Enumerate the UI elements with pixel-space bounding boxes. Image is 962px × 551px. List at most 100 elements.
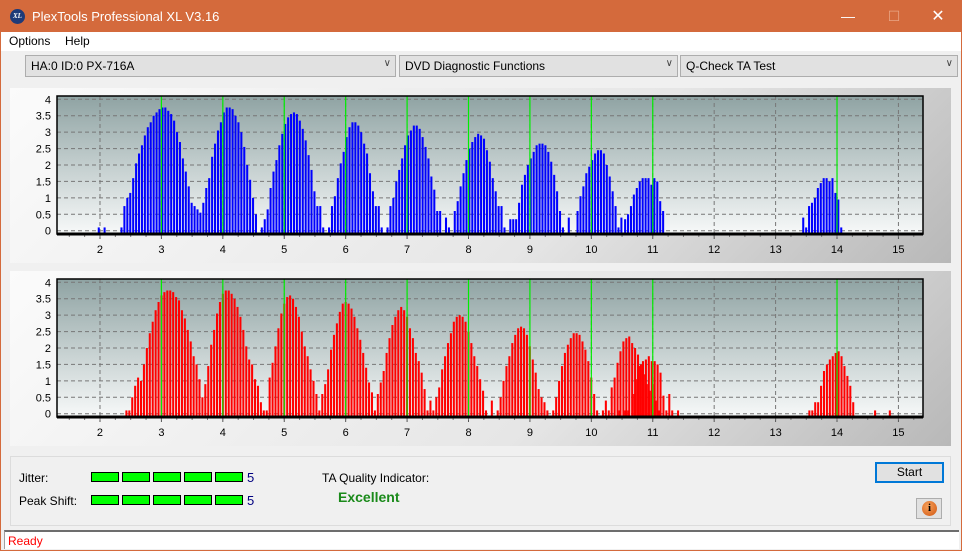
menu-options[interactable]: Options bbox=[9, 34, 50, 48]
peak-shift-value: 5 bbox=[247, 493, 255, 508]
histogram-bar bbox=[575, 333, 578, 417]
histogram-bar bbox=[576, 211, 579, 234]
histogram-bar bbox=[324, 384, 327, 417]
histogram-bar bbox=[456, 201, 459, 234]
histogram-bar bbox=[304, 140, 307, 234]
histogram-bar bbox=[813, 197, 816, 234]
histogram-bar bbox=[134, 385, 137, 417]
histogram-bar bbox=[400, 306, 403, 417]
histogram-bar bbox=[277, 328, 280, 417]
histogram-bar bbox=[181, 158, 184, 234]
histogram-bar bbox=[822, 371, 826, 417]
histogram-bar bbox=[143, 135, 146, 234]
x-tick-label: 15 bbox=[892, 244, 904, 256]
histogram-bar bbox=[558, 380, 561, 417]
x-tick-label: 3 bbox=[158, 244, 164, 256]
histogram-bar bbox=[473, 356, 476, 417]
histogram-bar bbox=[453, 211, 456, 234]
histogram-bar bbox=[625, 338, 628, 417]
histogram-bar bbox=[266, 209, 269, 234]
histogram-bar bbox=[424, 146, 427, 234]
maximize-button[interactable]: ☐ bbox=[871, 1, 917, 32]
histogram-bar bbox=[534, 372, 537, 417]
histogram-bar bbox=[479, 379, 482, 417]
histogram-bar bbox=[348, 127, 351, 234]
histogram-bar bbox=[157, 302, 160, 417]
histogram-bar bbox=[176, 132, 179, 234]
histogram-bar bbox=[650, 184, 653, 234]
chevron-down-icon: ∨ bbox=[383, 58, 391, 69]
histogram-bar bbox=[170, 114, 173, 234]
histogram-bar bbox=[608, 176, 611, 234]
histogram-bar bbox=[225, 107, 228, 234]
histogram-bar bbox=[368, 173, 372, 234]
menu-help[interactable]: Help bbox=[65, 34, 90, 48]
histogram-bar bbox=[152, 115, 155, 234]
histogram-bar bbox=[184, 171, 187, 234]
menu-bar: Options Help bbox=[1, 32, 961, 51]
y-tick-label: 1.5 bbox=[36, 176, 51, 188]
histogram-bar bbox=[556, 191, 559, 234]
histogram-bar bbox=[385, 352, 388, 417]
x-tick-label: 5 bbox=[281, 244, 287, 256]
histogram-bar bbox=[423, 389, 426, 417]
histogram-bar bbox=[205, 188, 208, 234]
maximize-icon: ☐ bbox=[887, 8, 901, 24]
histogram-bar bbox=[429, 400, 432, 417]
x-tick-label: 2 bbox=[97, 244, 103, 256]
histogram-bar bbox=[135, 163, 138, 234]
peak-shift-meter bbox=[91, 495, 243, 505]
histogram-bar bbox=[295, 114, 298, 234]
histogram-bar bbox=[142, 364, 145, 417]
x-tick-label: 9 bbox=[527, 244, 533, 256]
histogram-bar bbox=[632, 194, 635, 234]
histogram-bar bbox=[825, 178, 828, 234]
histogram-bar bbox=[395, 181, 398, 234]
histogram-bar bbox=[843, 366, 846, 417]
function-select[interactable]: DVD Diagnostic Functions ∨ bbox=[399, 55, 678, 77]
x-tick-label: 8 bbox=[465, 427, 471, 439]
histogram-bar bbox=[195, 364, 198, 417]
histogram-bar bbox=[421, 137, 424, 234]
histogram-bar bbox=[281, 133, 284, 234]
meter-segment bbox=[91, 472, 119, 482]
histogram-bar bbox=[186, 329, 189, 417]
minimize-button[interactable]: — bbox=[825, 1, 871, 32]
histogram-bar bbox=[520, 326, 523, 417]
histogram-bar bbox=[420, 372, 423, 417]
histogram-bar bbox=[309, 369, 312, 417]
histogram-bar bbox=[656, 181, 659, 234]
histogram-bar bbox=[581, 341, 584, 417]
histogram-bar bbox=[254, 379, 257, 417]
histogram-bar bbox=[820, 385, 823, 417]
info-button[interactable]: i bbox=[916, 498, 942, 519]
histogram-bar bbox=[515, 219, 518, 234]
function-select-value: DVD Diagnostic Functions bbox=[405, 59, 546, 73]
histogram-bar bbox=[237, 122, 240, 234]
histogram-bar bbox=[819, 183, 822, 234]
histogram-bar bbox=[427, 158, 430, 234]
test-select[interactable]: Q-Check TA Test ∨ bbox=[680, 55, 958, 77]
histogram-bar bbox=[540, 397, 543, 417]
histogram-bar bbox=[173, 120, 176, 234]
drive-select[interactable]: HA:0 ID:0 PX-716A ∨ bbox=[25, 55, 396, 77]
close-button[interactable]: ✕ bbox=[915, 1, 961, 32]
histogram-bar bbox=[180, 310, 183, 417]
histogram-bar bbox=[341, 303, 344, 417]
x-tick-label: 12 bbox=[708, 427, 720, 439]
histogram-bar bbox=[210, 344, 213, 417]
histogram-bar bbox=[846, 375, 849, 417]
histogram-bar bbox=[377, 206, 380, 234]
histogram-bar bbox=[482, 138, 486, 234]
histogram-bar bbox=[236, 306, 239, 417]
histogram-bar bbox=[814, 402, 817, 417]
histogram-bar bbox=[353, 316, 356, 417]
start-button[interactable]: Start bbox=[875, 462, 944, 483]
histogram-bar bbox=[558, 211, 562, 234]
histogram-bar bbox=[635, 188, 638, 234]
x-tick-label: 7 bbox=[404, 427, 410, 439]
histogram-bar bbox=[636, 379, 639, 417]
histogram-bar bbox=[439, 211, 442, 234]
histogram-bar bbox=[622, 341, 625, 417]
histogram-bar bbox=[228, 107, 231, 234]
